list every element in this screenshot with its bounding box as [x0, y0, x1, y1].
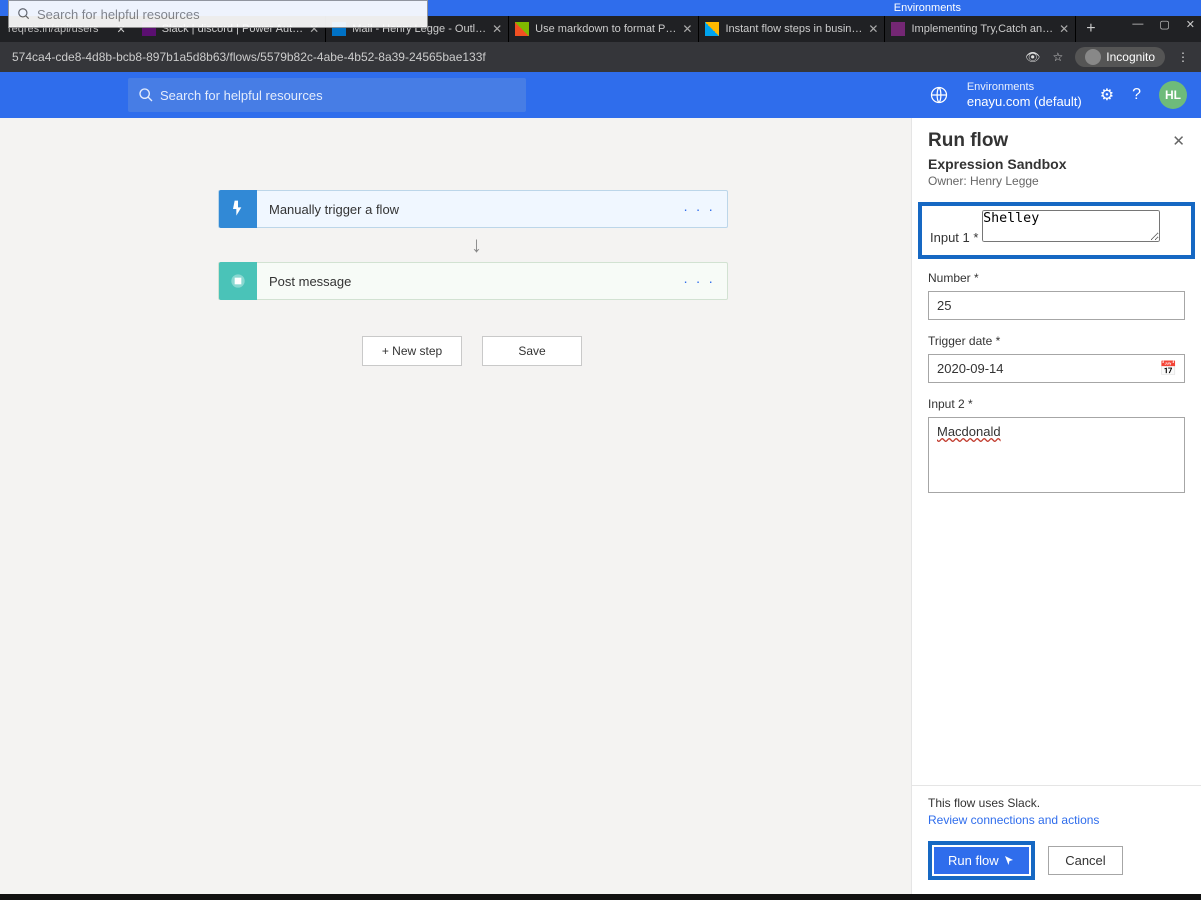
input1-field[interactable]: Shelley	[982, 210, 1160, 242]
panel-footer: This flow uses Slack. Review connections…	[912, 785, 1201, 894]
pa-favicon-icon	[891, 22, 905, 36]
close-icon[interactable]: ✕	[682, 22, 692, 36]
maximize-icon[interactable]: ▢	[1159, 18, 1169, 31]
panel-title: Run flow	[928, 130, 1008, 152]
minimize-icon[interactable]: —	[1132, 18, 1143, 31]
input1-highlight: Input 1 * Shelley	[918, 202, 1195, 259]
trigger-card[interactable]: Manually trigger a flow · · ·	[218, 190, 728, 228]
canvas-buttons: + New step Save	[362, 336, 582, 366]
kebab-menu-icon[interactable]: ⋮	[1177, 50, 1189, 64]
close-panel-icon[interactable]: ✕	[1172, 132, 1185, 150]
input2-label: Input 2 *	[928, 397, 1185, 411]
card-menu-icon[interactable]: · · ·	[683, 273, 715, 289]
ghost-search-box: Search for helpful resources	[8, 0, 428, 28]
environment-block[interactable]: Environments enayu.com (default)	[967, 81, 1082, 110]
app-header: Environments enayu.com (default) ⚙ ? HL	[0, 72, 1201, 118]
close-icon[interactable]: ✕	[1059, 22, 1069, 36]
run-button-highlight: Run flow	[928, 841, 1035, 880]
eye-off-icon[interactable]: 👁	[1025, 50, 1040, 64]
browser-tab[interactable]: Use markdown to format P… ✕	[509, 16, 699, 42]
run-flow-button[interactable]: Run flow	[934, 847, 1029, 874]
help-icon[interactable]: ?	[1132, 86, 1141, 104]
search-input[interactable]	[160, 88, 516, 103]
date-field-group: Trigger date * 📅	[916, 328, 1197, 391]
flow-canvas: Manually trigger a flow · · · ↓ Post mes…	[0, 118, 911, 894]
review-connections-link[interactable]: Review connections and actions	[928, 813, 1099, 827]
avatar[interactable]: HL	[1159, 81, 1187, 109]
trigger-icon	[219, 190, 257, 228]
calendar-icon[interactable]: 📅	[1160, 360, 1177, 377]
footer-text: This flow uses Slack.	[928, 796, 1185, 810]
run-flow-panel: Run flow ✕ Expression Sandbox Owner: Hen…	[911, 118, 1201, 894]
search-icon	[138, 87, 154, 103]
close-window-icon[interactable]: ✕	[1186, 18, 1195, 31]
input2-field[interactable]: Macdonald	[928, 417, 1185, 493]
close-icon[interactable]: ✕	[868, 22, 878, 36]
star-icon[interactable]: ☆	[1053, 50, 1064, 64]
input2-field-group: Input 2 * Macdonald	[916, 391, 1197, 504]
ms-favicon-icon	[515, 22, 529, 36]
close-icon[interactable]: ✕	[492, 22, 502, 36]
browser-tab[interactable]: Instant flow steps in busin… ✕	[699, 16, 885, 42]
search-icon	[17, 7, 31, 21]
save-button[interactable]: Save	[482, 336, 582, 366]
incognito-badge: Incognito	[1075, 47, 1165, 67]
number-label: Number *	[928, 271, 1185, 285]
environment-icon	[929, 85, 949, 105]
new-tab-button[interactable]: +	[1076, 20, 1105, 38]
browser-address-bar: 574ca4-cde8-4d8b-bcb8-897b1a5d8b63/flows…	[0, 42, 1201, 72]
input1-label: Input 1 *	[930, 230, 978, 245]
panel-header: Run flow ✕ Expression Sandbox Owner: Hen…	[912, 118, 1201, 202]
new-step-button[interactable]: + New step	[362, 336, 462, 366]
trigger-date-field[interactable]	[928, 354, 1185, 383]
ms-favicon-icon	[705, 22, 719, 36]
ghost-search-text: Search for helpful resources	[37, 7, 200, 22]
gear-icon[interactable]: ⚙	[1100, 85, 1114, 105]
action-title: Post message	[269, 274, 351, 289]
date-label: Trigger date *	[928, 334, 1185, 348]
slack-icon	[219, 262, 257, 300]
top-env-label: Environments	[894, 2, 961, 14]
panel-flowname: Expression Sandbox	[928, 156, 1185, 172]
cancel-button[interactable]: Cancel	[1048, 846, 1122, 875]
number-field-group: Number *	[916, 265, 1197, 328]
card-menu-icon[interactable]: · · ·	[683, 201, 715, 217]
action-card[interactable]: Post message · · ·	[218, 262, 728, 300]
browser-tab[interactable]: Implementing Try,Catch an… ✕	[885, 16, 1076, 42]
url-text: 574ca4-cde8-4d8b-bcb8-897b1a5d8b63/flows…	[12, 50, 1011, 64]
number-field[interactable]	[928, 291, 1185, 320]
window-controls: — ▢ ✕	[1132, 18, 1195, 31]
trigger-title: Manually trigger a flow	[269, 202, 399, 217]
panel-owner: Owner: Henry Legge	[928, 174, 1185, 188]
header-search[interactable]	[128, 78, 526, 112]
cursor-icon	[1003, 855, 1015, 867]
arrow-down-icon: ↓	[471, 232, 482, 258]
taskbar-sliver	[0, 894, 1201, 900]
incognito-icon	[1085, 49, 1101, 65]
